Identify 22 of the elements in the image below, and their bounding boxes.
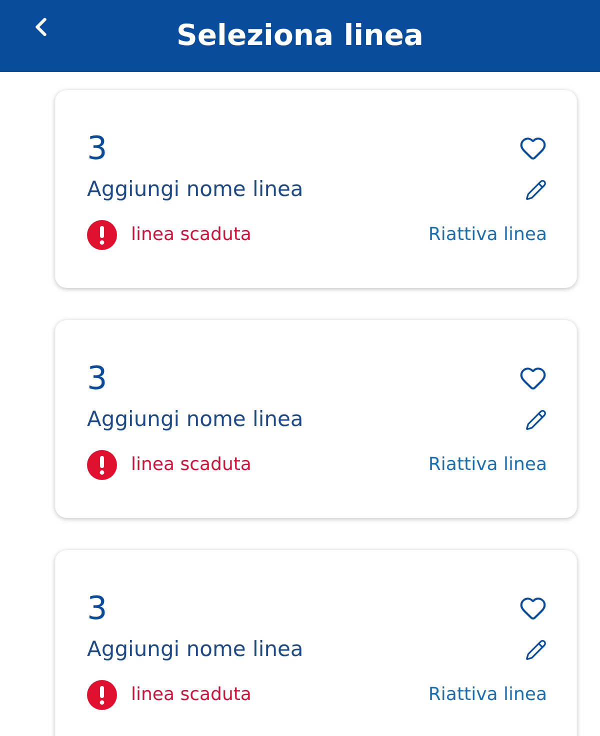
- line-number: 3: [87, 362, 108, 394]
- edit-icon[interactable]: [525, 408, 547, 431]
- reactivate-link[interactable]: Riattiva linea: [428, 221, 547, 248]
- alert-icon: [87, 680, 117, 710]
- edit-icon[interactable]: [525, 638, 547, 661]
- status-text: linea scaduta: [131, 223, 252, 247]
- line-card[interactable]: 3 Aggiungi nome linea linea scaduta Riattiva linea: [55, 90, 577, 288]
- edit-icon[interactable]: [525, 178, 547, 201]
- line-number: 3: [87, 132, 108, 164]
- line-name: Aggiungi nome linea: [87, 176, 304, 203]
- line-number: 3: [87, 592, 108, 624]
- line-name: Aggiungi nome linea: [87, 406, 304, 433]
- alert-icon: [87, 450, 117, 480]
- line-card[interactable]: 3 Aggiungi nome linea linea scaduta Riattiva linea: [55, 320, 577, 518]
- line-name: Aggiungi nome linea: [87, 636, 304, 663]
- status-text: linea scaduta: [131, 683, 252, 707]
- alert-icon: [87, 220, 117, 250]
- page-title: Seleziona linea: [176, 17, 424, 54]
- reactivate-link[interactable]: Riattiva linea: [428, 681, 547, 708]
- status-text: linea scaduta: [131, 453, 252, 477]
- reactivate-link[interactable]: Riattiva linea: [428, 451, 547, 478]
- line-card[interactable]: 3 Aggiungi nome linea linea scaduta Riattiva linea: [55, 550, 577, 736]
